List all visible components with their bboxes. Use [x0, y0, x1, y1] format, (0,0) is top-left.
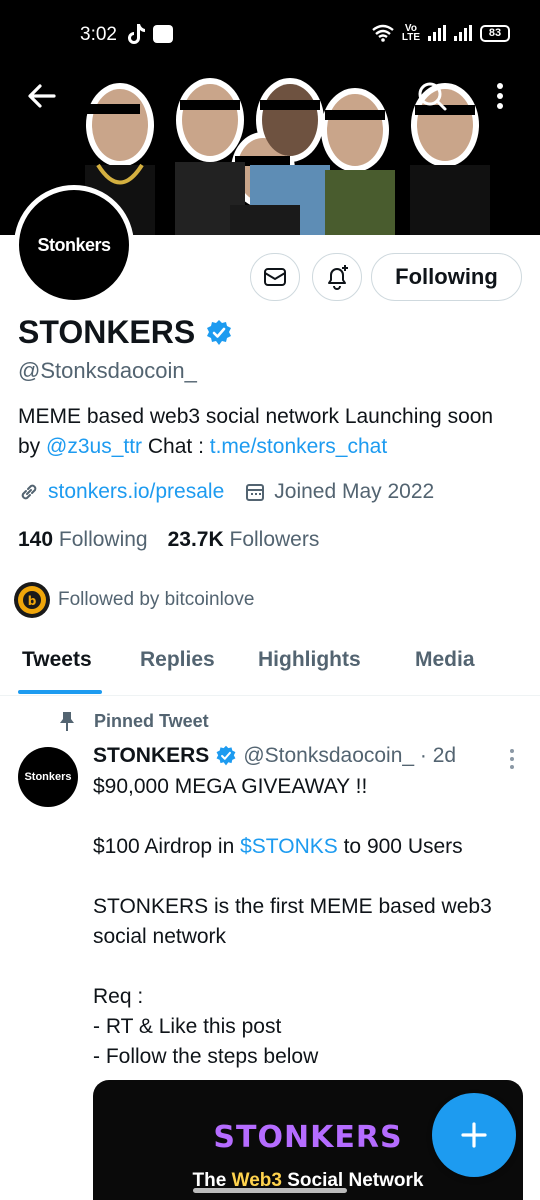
verified-badge-icon — [216, 745, 236, 766]
avatar-logo-text: Stonkers — [37, 234, 111, 255]
website-link[interactable]: stonkers.io/presale — [48, 480, 224, 504]
bio-mention-link[interactable]: @z3us_ttr — [46, 435, 142, 458]
profile-name: STONKERS — [18, 314, 233, 351]
signal-icon — [428, 25, 446, 41]
tweet-avatar-text: Stonkers — [24, 771, 72, 783]
profile-name-text: STONKERS — [18, 314, 196, 350]
tweet-header: STONKERS @Stonksdaocoin_ · 2d — [93, 744, 456, 768]
followers-count: 23.7K — [167, 528, 224, 551]
cashtag-link[interactable]: $STONKS — [240, 835, 338, 858]
notifications-button[interactable] — [312, 253, 362, 301]
pinned-tweet-text: Pinned Tweet — [94, 710, 209, 731]
svg-text:b: b — [28, 594, 37, 608]
following-stat[interactable]: 140 Following — [18, 528, 148, 551]
signal-icon-2 — [454, 25, 472, 41]
joined-date: Joined May 2022 — [274, 480, 435, 503]
followed-by-text: Followed by bitcoinlove — [58, 589, 255, 610]
verified-badge-icon — [207, 319, 232, 345]
compose-tweet-button[interactable] — [432, 1093, 516, 1177]
tweet-paragraph-2: STONKERS is the first MEME based web3 so… — [93, 895, 492, 948]
follower-avatar: b — [14, 582, 50, 618]
back-button[interactable] — [20, 74, 64, 118]
profile-meta: stonkers.io/presale Joined May 2022 — [18, 480, 434, 504]
search-button[interactable] — [410, 74, 454, 118]
status-bar: 3:02 Vo LTE 83 — [0, 0, 540, 70]
wifi-icon — [372, 24, 394, 42]
followers-text: Followers — [229, 528, 320, 551]
pin-icon — [60, 712, 74, 731]
gallery-icon — [153, 25, 173, 43]
following-count: 140 — [18, 528, 54, 551]
search-icon — [418, 82, 447, 111]
tweet-body: $90,000 MEGA GIVEAWAY !! $100 Airdrop in… — [93, 772, 523, 1072]
message-button[interactable] — [250, 253, 300, 301]
compose-plus-icon — [461, 1122, 487, 1148]
tweet-author-name[interactable]: STONKERS — [93, 744, 209, 768]
profile-handle: @Stonksdaocoin_ — [18, 358, 197, 383]
tweet-more-icon[interactable] — [500, 746, 524, 772]
following-button[interactable]: Following — [371, 253, 522, 301]
bio-chat-link[interactable]: t.me/stonkers_chat — [210, 435, 387, 458]
volte-indicator: Vo LTE — [401, 23, 420, 43]
profile-avatar[interactable]: Stonkers — [14, 185, 134, 305]
link-icon — [21, 484, 37, 500]
back-arrow-icon — [28, 84, 56, 108]
bio-text-2: Chat : — [142, 435, 210, 458]
tab-tweets[interactable]: Tweets — [22, 648, 92, 672]
battery-indicator: 83 — [480, 24, 510, 42]
tab-highlights[interactable]: Highlights — [258, 648, 361, 672]
status-time: 3:02 — [80, 24, 117, 45]
tab-media[interactable]: Media — [415, 648, 475, 672]
active-tab-indicator — [18, 690, 102, 694]
follow-stats: 140 Following 23.7K Followers — [18, 528, 319, 552]
tiktok-icon — [128, 24, 145, 44]
tweet-line-2-pre: $100 Airdrop in — [93, 835, 241, 858]
tweet-avatar[interactable]: Stonkers — [18, 747, 78, 807]
followers-stat[interactable]: 23.7K Followers — [168, 528, 320, 551]
calendar-icon — [246, 484, 265, 501]
pinned-tweet-label: Pinned Tweet — [58, 710, 209, 732]
tweet-line-2-post: to 900 Users — [337, 835, 463, 858]
tweet-line-1: $90,000 MEGA GIVEAWAY !! — [93, 775, 368, 798]
more-options-button[interactable] — [478, 74, 522, 118]
more-vertical-icon — [497, 83, 503, 109]
mail-icon — [264, 268, 286, 286]
bitcoinlove-logo-icon: b — [18, 586, 46, 614]
following-text: Following — [58, 528, 148, 551]
bell-plus-icon — [328, 265, 348, 290]
profile-tabs: Tweets Replies Highlights Media — [0, 630, 540, 696]
followed-by-row[interactable]: b Followed by bitcoinlove — [14, 582, 254, 618]
tweet-requirements: Req : - RT & Like this post - Follow the… — [93, 985, 319, 1068]
tab-replies[interactable]: Replies — [140, 648, 215, 672]
profile-bio: MEME based web3 social network Launching… — [18, 402, 518, 462]
gesture-home-bar[interactable] — [193, 1188, 347, 1193]
tweet-handle-time: @Stonksdaocoin_ · 2d — [243, 744, 457, 767]
